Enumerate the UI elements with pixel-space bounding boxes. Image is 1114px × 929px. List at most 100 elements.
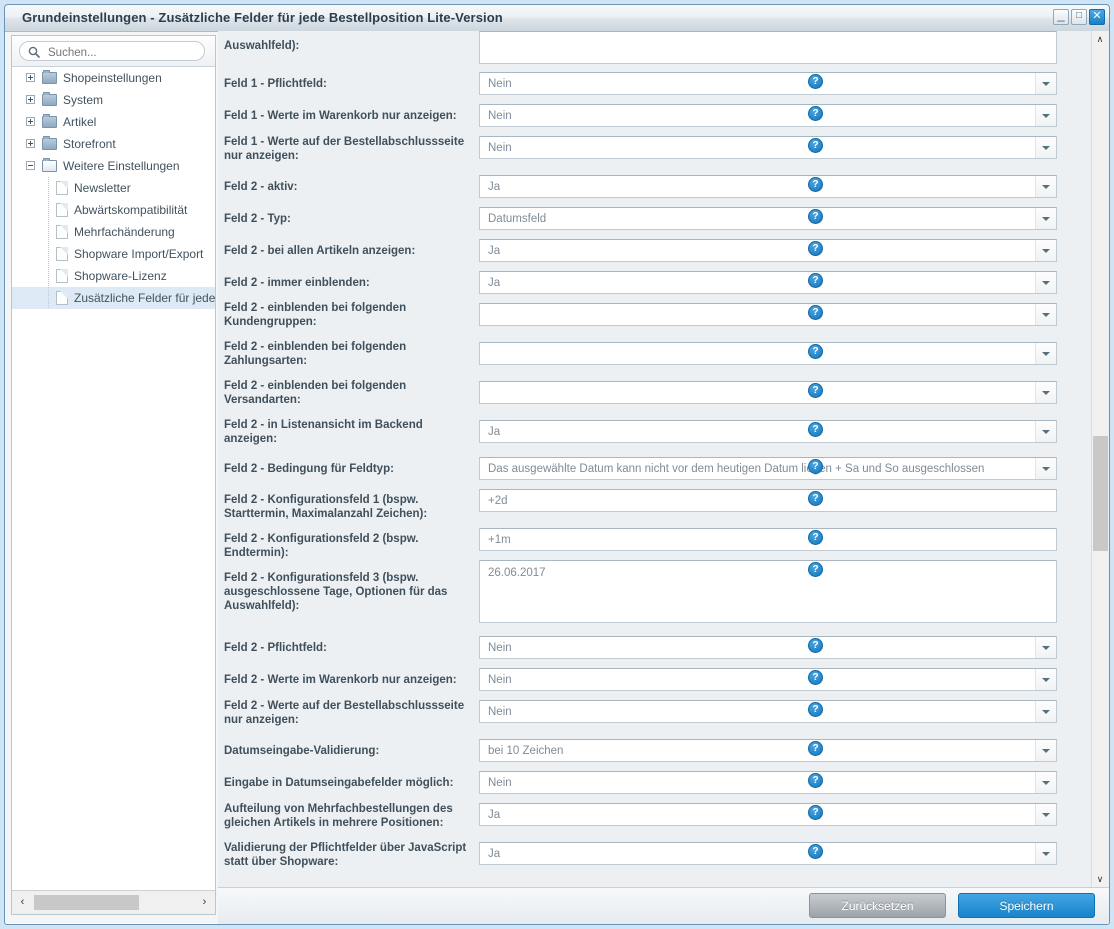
tree-item-mehrfach-nderung[interactable]: Mehrfachänderung — [12, 221, 215, 243]
tree-item-label: Artikel — [63, 115, 97, 129]
chevron-down-icon[interactable] — [1035, 137, 1056, 158]
dropdown-feld-2-werte-auf-der-bestellabschlussseite-nur[interactable]: Nein — [479, 700, 1057, 723]
chevron-down-icon[interactable] — [1035, 240, 1056, 261]
dropdown-aufteilung-von-mehrfachbestellungen-des-gleich[interactable]: Ja — [479, 803, 1057, 826]
help-icon[interactable]: ? — [808, 74, 823, 89]
help-icon[interactable]: ? — [808, 305, 823, 320]
field-label-feld-2-bedingung-für-feldtyp: Feld 2 - Bedingung für Feldtyp: — [224, 463, 394, 475]
chevron-down-icon[interactable] — [1035, 669, 1056, 690]
chevron-down-icon[interactable] — [1035, 105, 1056, 126]
help-icon[interactable]: ? — [808, 241, 823, 256]
vertical-scroll-thumb[interactable] — [1093, 436, 1108, 551]
textarea-auswahlfeld[interactable] — [479, 31, 1057, 64]
minimize-button[interactable]: _ — [1053, 8, 1069, 25]
tree-item-artikel[interactable]: Artikel — [12, 111, 215, 133]
chevron-down-icon[interactable] — [1035, 804, 1056, 825]
reset-button[interactable]: Zurücksetzen — [809, 893, 946, 918]
window-titlebar[interactable]: Grundeinstellungen - Zusätzliche Felder … — [5, 5, 1109, 32]
dropdown-feld-2-einblenden-bei-folgenden-kundengruppen[interactable] — [479, 303, 1057, 326]
sidebar-horizontal-scrollbar[interactable]: ‹ › — [12, 890, 215, 914]
expand-icon[interactable] — [26, 117, 35, 126]
chevron-down-icon[interactable] — [1035, 843, 1056, 864]
chevron-down-icon[interactable] — [1035, 176, 1056, 197]
chevron-down-icon[interactable] — [1035, 73, 1056, 94]
help-icon[interactable]: ? — [808, 106, 823, 121]
dropdown-feld-2-immer-einblenden[interactable]: Ja — [479, 271, 1057, 294]
scroll-down-icon[interactable]: ∨ — [1092, 871, 1108, 888]
tree-item-storefront[interactable]: Storefront — [12, 133, 215, 155]
tree-item-abw-rtskompatibilit-t[interactable]: Abwärtskompatibilität — [12, 199, 215, 221]
vertical-scrollbar[interactable]: ∧ ∨ — [1091, 31, 1109, 888]
textarea-feld-2-konfigurationsfeld-3-bspw-ausgeschlosse[interactable]: 26.06.2017 — [479, 560, 1057, 623]
expand-icon[interactable] — [26, 73, 35, 82]
help-icon[interactable]: ? — [808, 844, 823, 859]
help-icon[interactable]: ? — [808, 741, 823, 756]
tree-item-shopware-import-export[interactable]: Shopware Import/Export — [12, 243, 215, 265]
help-icon[interactable]: ? — [808, 177, 823, 192]
collapse-icon[interactable] — [26, 161, 35, 170]
expand-icon[interactable] — [26, 139, 35, 148]
dropdown-feld-2-bedingung-für-feldtyp[interactable]: Das ausgewählte Datum kann nicht vor dem… — [479, 457, 1057, 480]
search-input[interactable] — [46, 43, 200, 62]
help-icon[interactable]: ? — [808, 459, 823, 474]
tree-item-shopeinstellungen[interactable]: Shopeinstellungen — [12, 67, 215, 89]
help-icon[interactable]: ? — [808, 773, 823, 788]
field-value: Das ausgewählte Datum kann nicht vor dem… — [488, 463, 985, 475]
help-icon[interactable]: ? — [808, 491, 823, 506]
save-button[interactable]: Speichern — [958, 893, 1095, 918]
maximize-button[interactable]: □ — [1071, 9, 1087, 25]
dropdown-feld-1-pflichtfeld[interactable]: Nein — [479, 72, 1057, 95]
help-icon[interactable]: ? — [808, 638, 823, 653]
dropdown-feld-2-in-listenansicht-im-backend-anzeigen[interactable]: Ja — [479, 420, 1057, 443]
help-icon[interactable]: ? — [808, 344, 823, 359]
chevron-down-icon[interactable] — [1035, 772, 1056, 793]
expand-icon[interactable] — [26, 95, 35, 104]
help-icon[interactable]: ? — [808, 805, 823, 820]
dropdown-feld-2-einblenden-bei-folgenden-versandarten[interactable] — [479, 381, 1057, 404]
dropdown-datumseingabe-validierung[interactable]: bei 10 Zeichen — [479, 739, 1057, 762]
scroll-left-icon[interactable]: ‹ — [14, 891, 31, 913]
dropdown-eingabe-in-datumseingabefelder-möglich[interactable]: Nein — [479, 771, 1057, 794]
dropdown-validierung-der-pflichtfelder-über-javascript-[interactable]: Ja — [479, 842, 1057, 865]
chevron-down-icon[interactable] — [1035, 701, 1056, 722]
chevron-down-icon[interactable] — [1035, 382, 1056, 403]
dropdown-feld-2-einblenden-bei-folgenden-zahlungsarten[interactable] — [479, 342, 1057, 365]
chevron-down-icon[interactable] — [1035, 208, 1056, 229]
help-icon[interactable]: ? — [808, 383, 823, 398]
help-icon[interactable]: ? — [808, 562, 823, 577]
chevron-down-icon[interactable] — [1035, 343, 1056, 364]
scroll-right-icon[interactable]: › — [196, 891, 213, 913]
dropdown-feld-2-typ[interactable]: Datumsfeld — [479, 207, 1057, 230]
tree-item-system[interactable]: System — [12, 89, 215, 111]
help-icon[interactable]: ? — [808, 273, 823, 288]
help-icon[interactable]: ? — [808, 138, 823, 153]
tree-item-zus-tzliche-felder-f-r-jede-be[interactable]: Zusätzliche Felder für jede Be — [12, 287, 215, 309]
help-icon[interactable]: ? — [808, 209, 823, 224]
tree-item-newsletter[interactable]: Newsletter — [12, 177, 215, 199]
chevron-down-icon[interactable] — [1035, 740, 1056, 761]
dropdown-feld-1-werte-auf-der-bestellabschlussseite-nur[interactable]: Nein — [479, 136, 1057, 159]
field-value: Ja — [488, 426, 501, 438]
help-icon[interactable]: ? — [808, 530, 823, 545]
chevron-down-icon[interactable] — [1035, 272, 1056, 293]
chevron-down-icon[interactable] — [1035, 458, 1056, 479]
help-icon[interactable]: ? — [808, 422, 823, 437]
help-icon[interactable]: ? — [808, 702, 823, 717]
tree-item-weitere-einstellungen[interactable]: Weitere Einstellungen — [12, 155, 215, 177]
tree-item-shopware-lizenz[interactable]: Shopware-Lizenz — [12, 265, 215, 287]
dropdown-feld-2-werte-im-warenkorb-nur-anzeigen[interactable]: Nein — [479, 668, 1057, 691]
chevron-down-icon[interactable] — [1035, 304, 1056, 325]
scroll-up-icon[interactable]: ∧ — [1092, 31, 1108, 48]
horizontal-scroll-thumb[interactable] — [34, 895, 139, 910]
search-box[interactable] — [19, 41, 205, 62]
help-icon[interactable]: ? — [808, 670, 823, 685]
close-button[interactable]: ✕ — [1089, 9, 1105, 25]
dropdown-feld-2-pflichtfeld[interactable]: Nein — [479, 636, 1057, 659]
chevron-down-icon[interactable] — [1035, 637, 1056, 658]
textinput-feld-2-konfigurationsfeld-2-bspw-endtermin[interactable]: +1m — [479, 528, 1057, 551]
dropdown-feld-2-aktiv[interactable]: Ja — [479, 175, 1057, 198]
dropdown-feld-2-bei-allen-artikeln-anzeigen[interactable]: Ja — [479, 239, 1057, 262]
chevron-down-icon[interactable] — [1035, 421, 1056, 442]
dropdown-feld-1-werte-im-warenkorb-nur-anzeigen[interactable]: Nein — [479, 104, 1057, 127]
textinput-feld-2-konfigurationsfeld-1-bspw-starttermin-m[interactable]: +2d — [479, 489, 1057, 512]
